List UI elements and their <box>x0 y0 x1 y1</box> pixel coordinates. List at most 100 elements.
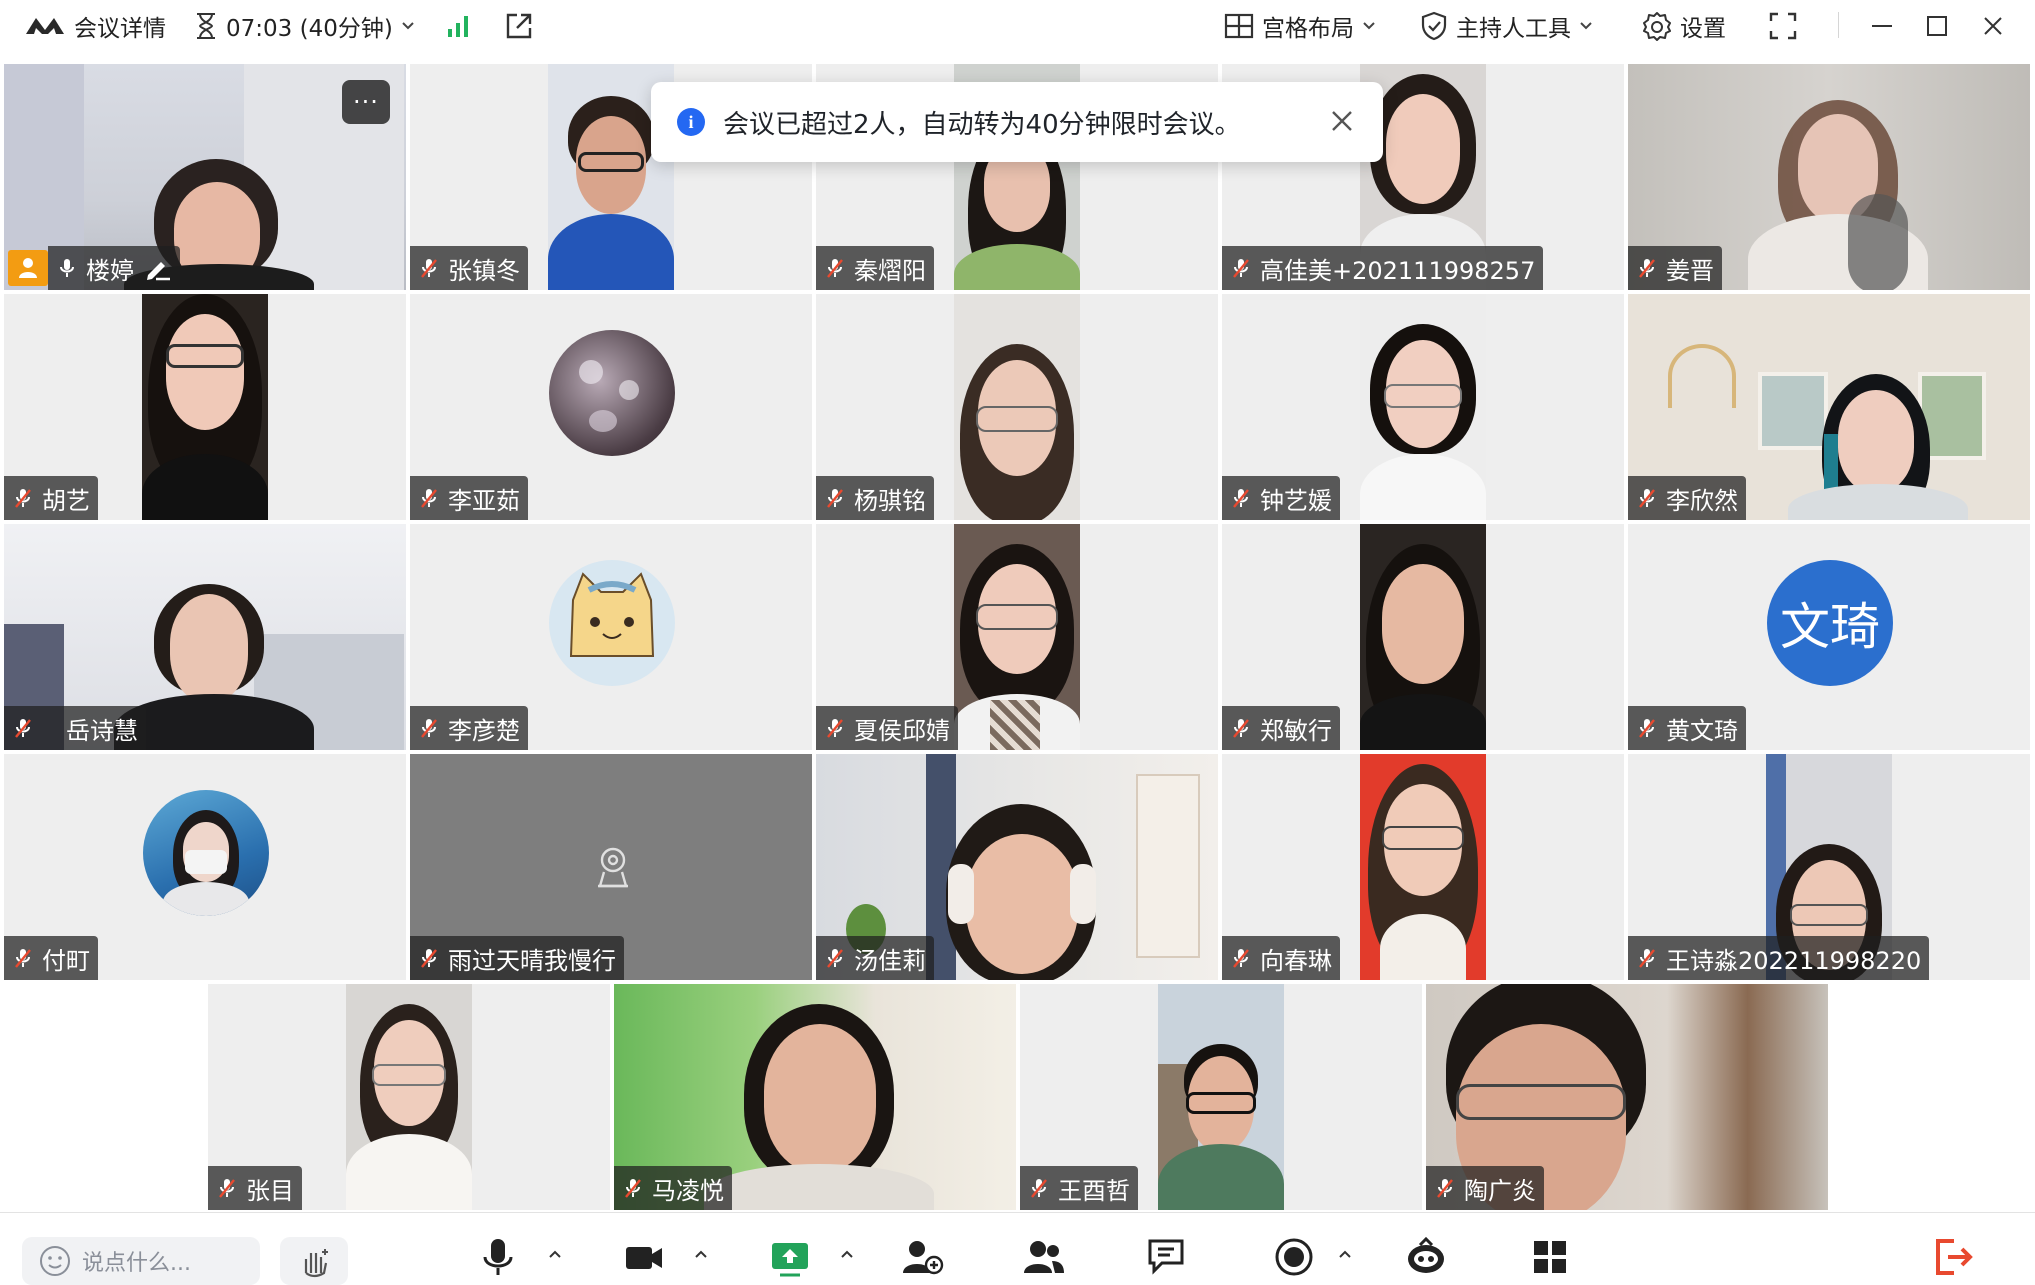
leave-meeting-button[interactable] <box>1932 1235 1976 1279</box>
participant-video <box>954 524 1080 750</box>
participant-name: 付町 <box>42 946 90 975</box>
participant-tile[interactable]: 李欣然 <box>1628 294 2030 520</box>
more-options-button[interactable]: ··· <box>342 80 390 124</box>
meeting-details-button[interactable]: 会议详情 <box>24 0 166 52</box>
microphone-muted-icon <box>219 1179 235 1198</box>
participant-tile[interactable]: 付町 <box>4 754 406 980</box>
participant-tile[interactable]: 雨过天晴我慢行 <box>410 754 812 980</box>
fullscreen-icon <box>1769 12 1797 40</box>
participant-tile[interactable]: 向春琳 <box>1222 754 1624 980</box>
participant-tile[interactable]: 马凌悦 <box>614 984 1016 1210</box>
microphone-muted-icon <box>827 949 843 968</box>
participant-tile[interactable]: 汤佳莉 <box>816 754 1218 980</box>
participant-name: 李亚茹 <box>448 486 520 515</box>
participant-tile[interactable]: 郑敏行 <box>1222 524 1624 750</box>
participant-video <box>346 984 472 1210</box>
participant-name-tag: 李欣然 <box>1628 476 1746 520</box>
participant-name: 张镇冬 <box>448 256 520 285</box>
participant-tile[interactable]: 王诗淼202211998220 <box>1628 754 2030 980</box>
close-notification-icon[interactable] <box>1329 108 1355 134</box>
participant-tile[interactable]: 张目 <box>208 984 610 1210</box>
text-avatar: 文琦 <box>1767 560 1893 686</box>
microphone-muted-icon <box>1639 489 1655 508</box>
chevron-up-icon[interactable] <box>694 1249 708 1259</box>
microphone-muted-icon <box>421 949 437 968</box>
participant-tile[interactable]: 王酉哲 <box>1020 984 1422 1210</box>
participant-name: 李欣然 <box>1666 486 1738 515</box>
microphone-muted-icon <box>15 719 31 738</box>
participant-tile[interactable]: 胡艺 <box>4 294 406 520</box>
chevron-up-icon[interactable] <box>1338 1249 1352 1259</box>
camera-off-icon <box>598 847 628 888</box>
apps-button[interactable] <box>1528 1235 1572 1279</box>
hourglass-icon <box>197 13 215 39</box>
fullscreen-button[interactable] <box>1768 0 1798 52</box>
participant-name-tag: 马凌悦 <box>614 1166 732 1210</box>
microphone-muted-icon <box>625 1179 641 1198</box>
ai-assistant-button[interactable] <box>1404 1235 1448 1279</box>
meeting-timer[interactable]: 07:03 (40分钟) <box>194 0 415 52</box>
participant-tile[interactable]: 陶广炎 <box>1426 984 1828 1210</box>
grid-layout-button[interactable]: 宫格布局 <box>1224 0 1376 52</box>
participant-tile[interactable]: 李彦楚 <box>410 524 812 750</box>
participant-name-tag: 秦熠阳 <box>816 246 934 290</box>
grid-layout-icon <box>1224 13 1254 39</box>
participant-name: 高佳美+202111998257 <box>1260 256 1536 285</box>
participant-name: 姜晋 <box>1666 256 1714 285</box>
chat-button[interactable] <box>1146 1235 1190 1279</box>
participant-name: 楼婷 <box>86 256 134 285</box>
microphone-muted-icon <box>1437 1179 1453 1198</box>
gear-icon <box>1643 12 1671 41</box>
participant-name: 杨骐铭 <box>854 486 926 515</box>
participant-name-tag: 岳诗慧 <box>4 706 146 750</box>
chevron-down-icon <box>402 22 414 30</box>
chevron-up-icon[interactable] <box>840 1249 854 1259</box>
participant-name-tag: 姜晋 <box>1628 246 1722 290</box>
participant-name-tag: 胡艺 <box>4 476 98 520</box>
share-screen-button[interactable] <box>768 1235 812 1279</box>
meeting-details-label: 会议详情 <box>74 16 166 42</box>
share-link-button[interactable] <box>504 0 534 52</box>
settings-button[interactable]: 设置 <box>1642 0 1726 52</box>
video-camera-button[interactable] <box>622 1235 666 1279</box>
participant-tile[interactable]: 李亚茹 <box>410 294 812 520</box>
microphone-muted-icon <box>1233 259 1249 278</box>
minimize-button[interactable] <box>1870 0 1894 52</box>
microphone-muted-icon <box>1639 949 1655 968</box>
chevron-up-icon[interactable] <box>548 1249 562 1259</box>
close-window-button[interactable] <box>1982 0 2004 52</box>
microphone-muted-icon <box>1233 949 1249 968</box>
participant-tile[interactable]: 文琦 黄文琦 <box>1628 524 2030 750</box>
participant-name-tag: 楼婷 <box>48 246 180 290</box>
participant-name: 雨过天晴我慢行 <box>448 946 616 975</box>
participant-name: 向春琳 <box>1260 946 1332 975</box>
participant-name-tag: 王诗淼202211998220 <box>1628 936 1930 980</box>
participant-tile[interactable]: 姜晋 <box>1628 64 2030 290</box>
participant-tile[interactable]: 杨骐铭 <box>816 294 1218 520</box>
microphone-muted-icon <box>827 719 843 738</box>
record-button[interactable] <box>1272 1235 1316 1279</box>
top-bar: 会议详情 07:03 (40分钟) 宫格布局 主持人工具 设置 <box>0 0 2035 60</box>
maximize-button[interactable] <box>1926 0 1948 52</box>
microphone-muted-icon <box>1031 1179 1047 1198</box>
participant-name: 陶广炎 <box>1464 1176 1536 1205</box>
participant-tile[interactable]: 夏侯邱婧 <box>816 524 1218 750</box>
microphone-muted-icon <box>421 259 437 278</box>
microphone-button[interactable] <box>476 1235 520 1279</box>
invite-button[interactable] <box>900 1235 944 1279</box>
participant-tile[interactable]: 钟艺媛 <box>1222 294 1624 520</box>
participant-name-tag: 郑敏行 <box>1222 706 1340 750</box>
network-signal-button[interactable] <box>446 0 472 52</box>
participant-name: 李彦楚 <box>448 716 520 745</box>
participant-video <box>1360 294 1486 520</box>
participant-tile[interactable]: 岳诗慧 <box>4 524 406 750</box>
participant-tile[interactable]: ··· 楼婷 <box>4 64 406 290</box>
participant-name: 王诗淼202211998220 <box>1666 946 1922 975</box>
raise-hand-icon <box>304 1249 328 1278</box>
host-tools-button[interactable]: 主持人工具 <box>1420 0 1593 52</box>
microphone-muted-icon <box>827 259 843 278</box>
participant-video <box>954 294 1080 520</box>
participants-button[interactable] <box>1022 1235 1066 1279</box>
close-icon <box>1984 17 2002 35</box>
edit-pen-icon <box>147 262 170 281</box>
